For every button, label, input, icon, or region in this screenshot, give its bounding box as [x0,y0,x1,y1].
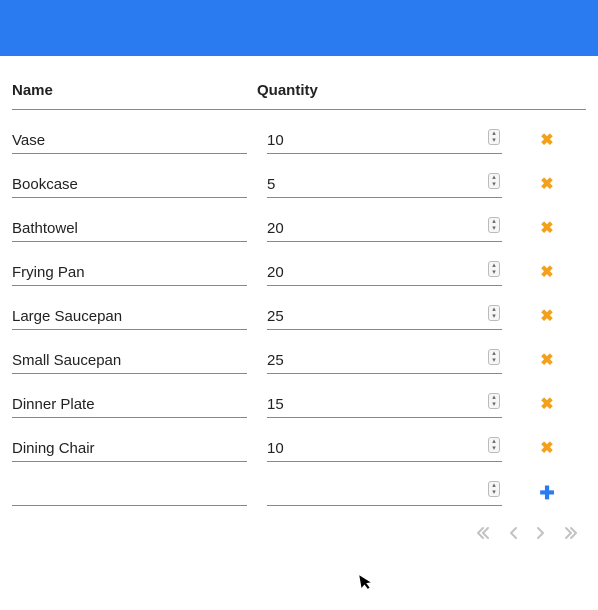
quantity-field[interactable] [267,216,502,242]
quantity-field[interactable] [267,172,502,198]
name-field[interactable] [12,128,247,154]
cell-name [12,260,247,286]
delete-row-icon[interactable]: ✖ [540,221,553,237]
page-first-icon[interactable] [476,526,490,545]
delete-row-icon[interactable]: ✖ [540,397,553,413]
table-row-new: ▴▾ ✚ [12,462,586,506]
cell-name [12,128,247,154]
table-row: ▴▾ ✖ [12,242,586,286]
quantity-field[interactable] [267,436,502,462]
cell-name [12,436,247,462]
quantity-field[interactable] [267,348,502,374]
cell-quantity: ▴▾ [267,392,502,418]
cell-quantity: ▴▾ [267,128,502,154]
cell-name [12,304,247,330]
cell-action: ✖ [522,177,562,193]
quantity-stepper[interactable]: ▴▾ [488,393,500,409]
table-body: ▴▾ ✖ ▴▾ ✖ ▴▾ ✖ ▴▾ ✖ ▴▾ ✖ ▴▾ ✖ ▴▾ ✖ ▴▾ ✖ ▴▾ ✚ [12,110,586,506]
table-row: ▴▾ ✖ [12,154,586,198]
table-row: ▴▾ ✖ [12,286,586,330]
quantity-field[interactable] [267,128,502,154]
cell-action: ✖ [522,265,562,281]
cell-quantity: ▴▾ [267,216,502,242]
table-row: ▴▾ ✖ [12,418,586,462]
quantity-field[interactable] [267,304,502,330]
page-prev-icon[interactable] [508,526,518,545]
table-row: ▴▾ ✖ [12,374,586,418]
cell-name [12,216,247,242]
quantity-stepper[interactable]: ▴▾ [488,217,500,233]
table-row: ▴▾ ✖ [12,330,586,374]
name-field[interactable] [12,436,247,462]
cell-quantity: ▴▾ [267,260,502,286]
table-row: ▴▾ ✖ [12,110,586,154]
main-content: Name Quantity ▴▾✖▴▾✖▴▾✖▴▾✖▴▾✖▴▾✖▴▾✖▴▾✖▴▾… [0,56,598,561]
delete-row-icon[interactable]: ✖ [540,441,553,457]
quantity-stepper[interactable]: ▴▾ [488,173,500,189]
cell-action: ✚ [522,484,562,502]
quantity-stepper[interactable]: ▴▾ [488,261,500,277]
delete-row-icon[interactable]: ✖ [540,353,553,369]
cell-quantity: ▴▾ [267,348,502,374]
app-topbar [0,0,598,56]
name-field[interactable] [12,348,247,374]
cell-action: ✖ [522,133,562,149]
table-header: Name Quantity [12,64,586,110]
name-field[interactable] [12,216,247,242]
cell-quantity: ▴▾ [267,480,502,506]
quantity-stepper[interactable]: ▴▾ [488,129,500,145]
quantity-field[interactable] [267,260,502,286]
quantity-field[interactable] [267,392,502,418]
cell-name [12,392,247,418]
quantity-field[interactable] [267,480,502,506]
delete-row-icon[interactable]: ✖ [540,133,553,149]
cell-quantity: ▴▾ [267,436,502,462]
name-field[interactable] [12,304,247,330]
quantity-stepper[interactable]: ▴▾ [488,305,500,321]
cell-name [12,172,247,198]
cell-name [12,348,247,374]
cell-action: ✖ [522,397,562,413]
header-quantity-label: Quantity [257,82,586,99]
cell-action: ✖ [522,441,562,457]
delete-row-icon[interactable]: ✖ [540,309,553,325]
pagination [12,506,586,553]
name-field[interactable] [12,480,247,506]
cell-action: ✖ [522,353,562,369]
delete-row-icon[interactable]: ✖ [540,265,553,281]
name-field[interactable] [12,392,247,418]
quantity-stepper[interactable]: ▴▾ [488,437,500,453]
delete-row-icon[interactable]: ✖ [540,177,553,193]
mouse-cursor-icon [358,572,376,597]
table-row: ▴▾ ✖ [12,198,586,242]
name-field[interactable] [12,172,247,198]
cell-action: ✖ [522,221,562,237]
cell-action: ✖ [522,309,562,325]
cell-quantity: ▴▾ [267,304,502,330]
name-field[interactable] [12,260,247,286]
page-last-icon[interactable] [564,526,578,545]
page-next-icon[interactable] [536,526,546,545]
header-name-label: Name [12,82,257,99]
quantity-stepper[interactable]: ▴▾ [488,481,500,497]
cell-quantity: ▴▾ [267,172,502,198]
quantity-stepper[interactable]: ▴▾ [488,349,500,365]
cell-name [12,480,247,506]
add-row-icon[interactable]: ✚ [539,484,554,502]
